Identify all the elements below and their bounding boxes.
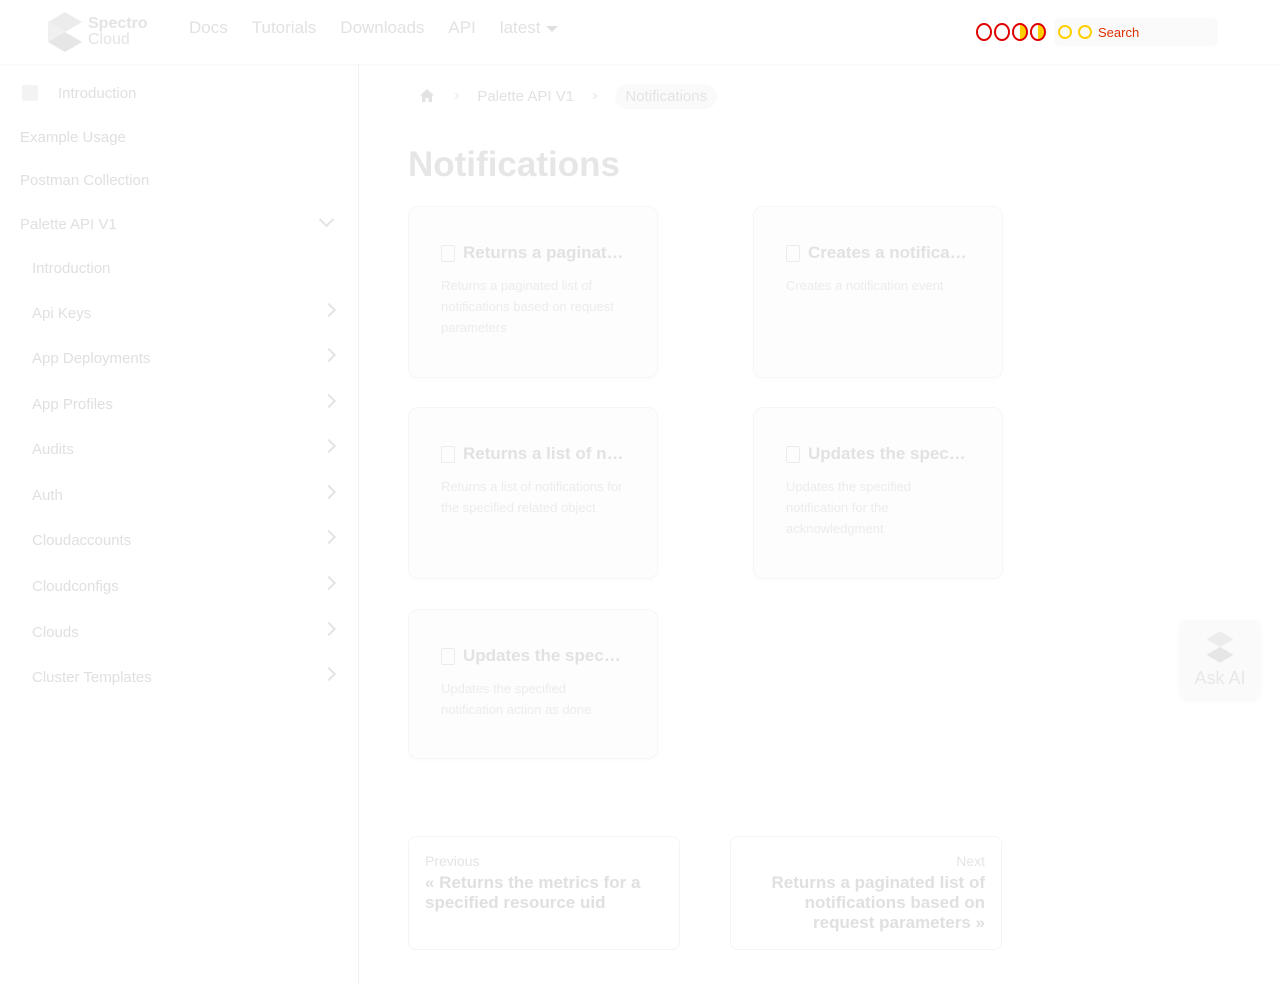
card-description: Returns a list of notifications for the …: [441, 479, 623, 515]
chevron-down-icon[interactable]: [318, 211, 335, 228]
sidebar-item-label: Clouds: [32, 623, 79, 641]
nav-tutorials-link[interactable]: Tutorials: [252, 18, 317, 38]
next-page-link[interactable]: Next Returns a paginated list of notific…: [730, 836, 1002, 950]
nav-downloads-link[interactable]: Downloads: [340, 18, 424, 38]
sidebar-item-palette-api-v1[interactable]: Palette API V1: [0, 204, 358, 244]
theme-toggle[interactable]: [976, 23, 1046, 41]
document-icon: [441, 244, 455, 262]
previous-title: « Returns the metrics for a specified re…: [425, 873, 641, 912]
version-label: latest: [499, 18, 541, 37]
theme-light-icon[interactable]: [1012, 23, 1028, 41]
chevron-right-icon[interactable]: [321, 666, 337, 682]
sidebar-item-label: Palette API V1: [20, 215, 117, 233]
document-icon: [441, 647, 455, 665]
sidebar-item-label: Postman Collection: [20, 171, 150, 189]
next-label: Next: [956, 853, 985, 869]
sidebar-item-label: Introduction: [58, 84, 137, 102]
document-icon: [786, 244, 800, 262]
home-icon[interactable]: [418, 87, 436, 105]
chevron-down-icon: [546, 25, 559, 32]
sidebar-item-api-keys[interactable]: Api Keys: [0, 293, 358, 333]
sidebar-item-example-usage[interactable]: Example Usage: [0, 117, 358, 157]
sidebar-item-app-deployments[interactable]: App Deployments: [0, 338, 358, 378]
github-icon-alt[interactable]: [994, 23, 1010, 41]
version-dropdown[interactable]: latest: [500, 18, 559, 38]
logo-icon: [48, 12, 82, 52]
sidebar-item-label: App Profiles: [32, 395, 113, 413]
sidebar-item-introduction[interactable]: Introduction: [0, 73, 358, 113]
ask-ai-button[interactable]: Ask AI: [1180, 620, 1260, 698]
sidebar-item-audits[interactable]: Audits: [0, 429, 358, 469]
intro-icon: [22, 85, 38, 101]
card-returns-paginated[interactable]: Returns a paginate… Returns a paginated …: [408, 206, 658, 378]
card-title: Returns a list of noti…: [463, 444, 625, 463]
chevron-right-icon[interactable]: [321, 438, 337, 454]
previous-label: Previous: [425, 853, 480, 869]
document-icon: [441, 445, 455, 463]
card-updates-acknowledgment[interactable]: Updates the speci… Updates the specified…: [753, 407, 1003, 579]
nav-api-link[interactable]: API: [448, 18, 475, 38]
chevron-right-icon[interactable]: [321, 529, 337, 545]
breadcrumb: › Palette API V1 › Notifications: [410, 82, 718, 110]
chevron-right-icon[interactable]: [321, 484, 337, 500]
chevron-right-icon[interactable]: [321, 347, 337, 363]
card-title: Updates the speci…: [463, 646, 625, 665]
nav-docs-link[interactable]: Docs: [189, 18, 228, 38]
brand-line2: Cloud: [88, 31, 130, 48]
spectro-logo-icon: [1206, 630, 1234, 663]
card-description: Returns a paginated list of notification…: [441, 278, 614, 335]
card-updates-action-done[interactable]: Updates the speci… Updates the specified…: [408, 609, 658, 759]
card-description: Updates the specified notification actio…: [441, 681, 592, 717]
chevron-right-icon[interactable]: [321, 621, 337, 637]
sidebar-item-label: Example Usage: [20, 128, 126, 146]
sidebar: Introduction Example Usage Postman Colle…: [0, 64, 359, 984]
search-placeholder: Search: [1098, 24, 1140, 40]
sidebar-item-cloudconfigs[interactable]: Cloudconfigs: [0, 566, 358, 606]
breadcrumb-separator: ›: [592, 87, 598, 104]
sidebar-item-auth[interactable]: Auth: [0, 475, 358, 515]
search-icon-2: [1078, 25, 1092, 39]
sidebar-item-label: Introduction: [32, 259, 111, 277]
sidebar-item-cluster-templates[interactable]: Cluster Templates: [0, 657, 358, 697]
chevron-right-icon[interactable]: [321, 302, 337, 318]
card-title: Updates the speci…: [808, 444, 970, 463]
brand-line1: Spectro: [88, 15, 148, 32]
document-icon: [786, 445, 800, 463]
breadcrumb-separator: ›: [454, 87, 460, 104]
sidebar-item-clouds[interactable]: Clouds: [0, 612, 358, 652]
sidebar-item-label: Cloudaccounts: [32, 531, 132, 549]
sidebar-item-label: App Deployments: [32, 349, 151, 367]
github-icon[interactable]: [976, 23, 992, 41]
card-title: Creates a notificati…: [808, 243, 970, 262]
search-input[interactable]: Search: [1054, 18, 1218, 46]
sidebar-item-app-profiles[interactable]: App Profiles: [0, 384, 358, 424]
previous-page-link[interactable]: Previous « Returns the metrics for a spe…: [408, 836, 680, 950]
nav-links: Docs Tutorials Downloads API latest: [189, 18, 582, 38]
card-description: Updates the specified notification for t…: [786, 479, 912, 536]
sidebar-item-cloudaccounts[interactable]: Cloudaccounts: [0, 520, 358, 560]
page-title: Notifications: [408, 145, 620, 184]
sidebar-item-label: Auth: [32, 486, 63, 504]
sidebar-item-label: Audits: [32, 440, 74, 458]
nav-right: Search: [976, 18, 1218, 46]
next-title: Returns a paginated list of notification…: [771, 873, 985, 932]
sidebar-item-sub-introduction[interactable]: Introduction: [0, 248, 358, 288]
card-returns-list[interactable]: Returns a list of noti… Returns a list o…: [408, 407, 658, 579]
breadcrumb-parent[interactable]: Palette API V1: [477, 88, 574, 105]
sidebar-item-label: Cloudconfigs: [32, 577, 119, 595]
sidebar-item-postman-collection[interactable]: Postman Collection: [0, 160, 358, 200]
ask-ai-label: Ask AI: [1194, 667, 1246, 688]
breadcrumb-current: Notifications: [615, 83, 718, 109]
sidebar-item-label: Cluster Templates: [32, 668, 152, 686]
theme-dark-icon[interactable]: [1030, 23, 1046, 41]
search-icon: [1058, 25, 1072, 39]
card-title: Returns a paginate…: [463, 243, 625, 262]
top-navbar: Spectro Cloud Docs Tutorials Downloads A…: [0, 0, 1280, 64]
chevron-right-icon[interactable]: [321, 393, 337, 409]
chevron-right-icon[interactable]: [321, 575, 337, 591]
card-description: Creates a notification event: [786, 278, 944, 293]
sidebar-item-label: Api Keys: [32, 304, 92, 322]
spectro-cloud-logo[interactable]: Spectro Cloud: [46, 11, 156, 53]
card-creates-notification[interactable]: Creates a notificati… Creates a notifica…: [753, 206, 1003, 378]
